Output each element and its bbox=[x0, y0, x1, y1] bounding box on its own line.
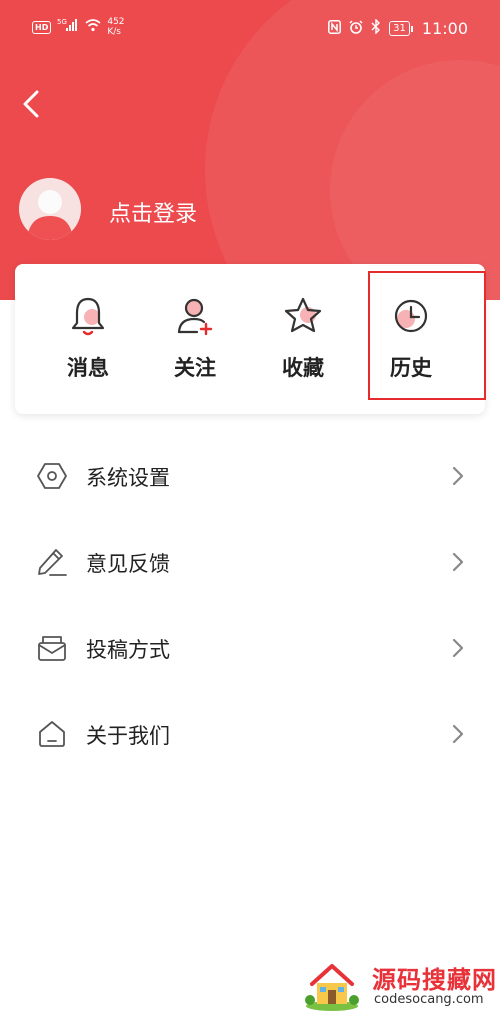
menu-item-feedback[interactable]: 意见反馈 bbox=[0, 532, 500, 592]
quick-action-favorites[interactable]: 收藏 bbox=[253, 294, 353, 394]
watermark: 源码搜藏网 codesocang.com bbox=[300, 956, 500, 1014]
avatar[interactable] bbox=[19, 178, 81, 240]
login-link[interactable]: 点击登录 bbox=[109, 196, 197, 228]
menu-item-label: 投稿方式 bbox=[86, 638, 170, 662]
bell-icon bbox=[66, 294, 110, 338]
quick-action-label: 历史 bbox=[390, 356, 432, 380]
speed-value: 452 bbox=[107, 17, 125, 27]
menu-item-about-us[interactable]: 关于我们 bbox=[0, 704, 500, 764]
mail-icon bbox=[36, 632, 68, 664]
pencil-icon bbox=[36, 546, 68, 578]
user-add-icon bbox=[173, 294, 217, 338]
clock-time: 11:00 bbox=[421, 19, 468, 38]
quick-action-label: 消息 bbox=[67, 356, 109, 380]
chevron-right-icon bbox=[448, 636, 468, 660]
quick-action-follow[interactable]: 关注 bbox=[145, 294, 245, 394]
bluetooth-icon bbox=[371, 18, 381, 38]
header-background bbox=[0, 0, 500, 300]
settings-hexagon-icon bbox=[36, 460, 68, 492]
quick-actions-card: 消息 关注 收藏 历史 bbox=[15, 264, 485, 414]
clock-icon bbox=[389, 294, 433, 338]
alarm-icon bbox=[349, 19, 363, 38]
hd-badge: HD bbox=[32, 20, 52, 34]
wifi-icon bbox=[85, 18, 101, 36]
chevron-right-icon bbox=[448, 722, 468, 746]
menu-item-label: 意见反馈 bbox=[86, 552, 170, 576]
speed-unit: K/s bbox=[107, 27, 121, 37]
watermark-title: 源码搜藏网 bbox=[372, 966, 497, 994]
network-speed: 452 K/s bbox=[107, 17, 124, 37]
quick-action-history[interactable]: 历史 bbox=[361, 294, 461, 394]
battery-indicator: 31 bbox=[389, 21, 413, 36]
chevron-right-icon bbox=[448, 550, 468, 574]
status-bar: HD 5G 452 K/s 31 11:00 bbox=[0, 14, 500, 44]
menu-item-label: 关于我们 bbox=[86, 724, 170, 748]
watermark-url: codesocang.com bbox=[374, 992, 484, 1007]
house-logo-icon bbox=[304, 960, 360, 1012]
back-button[interactable] bbox=[14, 88, 48, 124]
menu-item-system-settings[interactable]: 系统设置 bbox=[0, 446, 500, 506]
chevron-left-icon bbox=[22, 90, 40, 122]
star-icon bbox=[281, 294, 325, 338]
default-user-icon bbox=[19, 178, 81, 240]
network-type: 5G bbox=[57, 18, 67, 26]
quick-action-label: 关注 bbox=[174, 356, 216, 380]
menu-item-submission[interactable]: 投稿方式 bbox=[0, 618, 500, 678]
quick-action-messages[interactable]: 消息 bbox=[38, 294, 138, 394]
menu-item-label: 系统设置 bbox=[86, 466, 170, 490]
chevron-right-icon bbox=[448, 464, 468, 488]
quick-action-label: 收藏 bbox=[282, 356, 324, 380]
home-icon bbox=[36, 718, 68, 750]
nfc-icon bbox=[328, 19, 342, 38]
signal-icon: 5G bbox=[57, 18, 79, 36]
